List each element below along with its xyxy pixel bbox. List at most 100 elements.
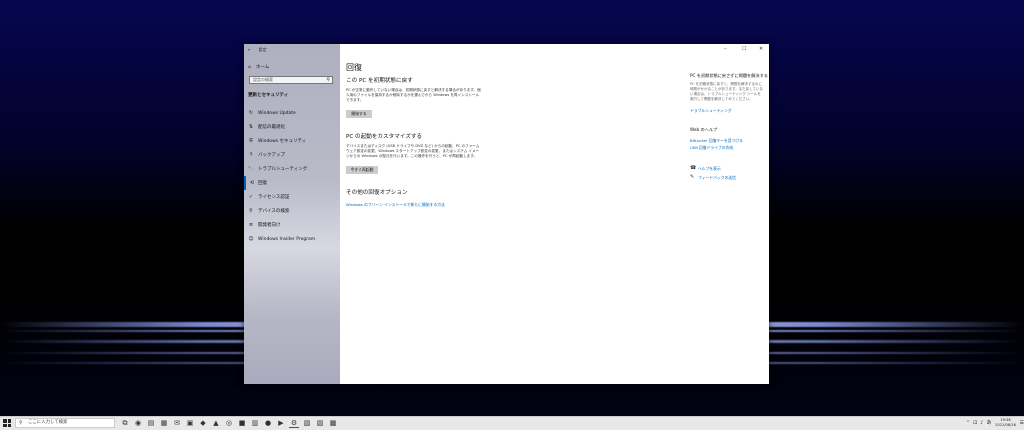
window-title-bar: ← 設定	[248, 47, 267, 53]
web-help-link-bitlocker[interactable]: BitLocker 回復キーを見つける	[690, 138, 743, 144]
taskbar-pinned-apps: ⧉ ◉ ▤ ▦ ✉ ▣ ◆ ▲ ◎ ■ ▥ ● ▶ ⚙ ▧ ▨ ▩	[120, 418, 338, 428]
more-options-heading: その他の回復オプション	[346, 190, 408, 196]
developer-icon: ≡	[248, 222, 254, 228]
feedback-icon: ✎	[690, 174, 695, 180]
home-icon: ⌂	[248, 64, 251, 70]
sidebar-item-troubleshoot[interactable]: 🔧 トラブルシューティング	[244, 162, 340, 176]
startup-heading: PC の起動をカスタマイズする	[346, 134, 423, 140]
insider-icon: ☺	[248, 236, 254, 242]
notification-icon[interactable]: ☰	[1020, 420, 1024, 426]
edge-browser-icon[interactable]: ◉	[133, 418, 143, 428]
sidebar-item-find-my-device[interactable]: ⚲ デバイスの検索	[244, 204, 340, 218]
refresh-icon: ↻	[248, 110, 254, 116]
task-view-icon[interactable]: ⧉	[120, 418, 130, 428]
sidebar-item-label: Windows Update	[258, 110, 296, 116]
windows-logo-pane	[7, 423, 11, 427]
app-icon[interactable]: ▲	[211, 418, 221, 428]
sidebar-item-windows-update[interactable]: ↻ Windows Update	[244, 106, 340, 120]
sidebar-item-label: 開発者向け	[258, 223, 281, 228]
system-tray: ⌃ ⊡ ♪ あ 19:58 2021/08/16 ☰	[966, 418, 1024, 427]
get-help-link[interactable]: ヘルプを表示	[698, 166, 721, 172]
settings-sidebar: ← 設定 ⌂ ホーム 設定の検索 ⚲ 更新とセキュリティ ↻ Windows U…	[244, 44, 340, 384]
app-icon[interactable]: ▩	[328, 418, 338, 428]
settings-search-input[interactable]: 設定の検索 ⚲	[249, 76, 333, 84]
app-icon[interactable]: ▥	[250, 418, 260, 428]
help-chat-icon: ☎	[690, 165, 697, 171]
sidebar-item-label: Windows セキュリティ	[258, 139, 307, 144]
app-icon[interactable]: ▶	[276, 418, 286, 428]
app-icon[interactable]: ■	[237, 418, 247, 428]
chevron-up-icon[interactable]: ⌃	[966, 420, 970, 426]
sidebar-item-for-developers[interactable]: ≡ 開発者向け	[244, 218, 340, 232]
sidebar-item-label: 回復	[258, 181, 267, 186]
network-icon[interactable]: ⊡	[973, 420, 977, 426]
back-arrow-icon[interactable]: ←	[248, 47, 251, 52]
chrome-icon[interactable]: ◎	[224, 418, 234, 428]
web-help-heading: Web のヘルプ	[690, 127, 718, 132]
sidebar-section-title: 更新とセキュリティ	[248, 93, 289, 98]
search-icon: ⚲	[326, 77, 330, 83]
reset-start-button[interactable]: 開始する	[346, 110, 372, 118]
sidebar-item-backup[interactable]: ↑ バックアップ	[244, 148, 340, 162]
minimize-button[interactable]: –	[724, 46, 727, 52]
sidebar-item-label: デバイスの検索	[258, 209, 290, 214]
app-icon[interactable]: ▣	[185, 418, 195, 428]
app-icon[interactable]: ▧	[302, 418, 312, 428]
settings-gear-icon[interactable]: ⚙	[289, 418, 299, 428]
shield-icon: ⛨	[249, 138, 253, 144]
store-icon[interactable]: ▦	[159, 418, 169, 428]
taskbar-search-placeholder: ここに入力して検索	[28, 420, 68, 425]
taskbar-clock[interactable]: 19:58 2021/08/16	[995, 418, 1017, 427]
recovery-icon: ⟲	[249, 180, 255, 186]
app-icon[interactable]: ▨	[315, 418, 325, 428]
settings-content: – ☐ ✕ 回復 この PC を初期状態に戻す PC が正常に動作していない場合…	[340, 44, 769, 384]
settings-search-placeholder: 設定の検索	[253, 77, 273, 82]
windows-logo-pane	[7, 419, 11, 423]
start-button[interactable]	[3, 419, 11, 427]
windows-logo-pane	[3, 423, 7, 427]
give-feedback-link[interactable]: フィードバックの送信	[698, 175, 736, 181]
web-help-link-recovery-drive[interactable]: USB 回復ドライブの作成	[690, 145, 733, 151]
window-title: 設定	[258, 47, 267, 52]
maximize-button[interactable]: ☐	[742, 46, 746, 52]
taskbar-search-input[interactable]: ⚲ ここに入力して検索	[15, 418, 115, 428]
settings-window: ← 設定 ⌂ ホーム 設定の検索 ⚲ 更新とセキュリティ ↻ Windows U…	[244, 44, 769, 384]
reset-description: PC が正常に動作していない場合は、初期状態に戻すと解決する場合があります。個人…	[346, 88, 481, 102]
search-icon: ⚲	[19, 420, 23, 426]
file-explorer-icon[interactable]: ▤	[146, 418, 156, 428]
clean-install-link[interactable]: Windows のクリーン インストールで新たに開始する方法	[346, 202, 445, 208]
sidebar-item-label: 配信の最適化	[258, 125, 285, 130]
wrench-icon: 🔧	[247, 166, 255, 172]
restart-now-button[interactable]: 今すぐ再起動	[346, 166, 378, 174]
page-title: 回復	[346, 63, 362, 72]
checkmark-circle-icon: ✓	[248, 194, 254, 200]
sidebar-item-label: トラブルシューティング	[258, 167, 308, 172]
app-icon[interactable]: ◆	[198, 418, 208, 428]
find-device-icon: ⚲	[249, 208, 253, 214]
taskbar: ⚲ ここに入力して検索 ⧉ ◉ ▤ ▦ ✉ ▣ ◆ ▲ ◎ ■ ▥ ● ▶ ⚙ …	[0, 416, 1024, 430]
sidebar-item-activation[interactable]: ✓ ライセンス認証	[244, 190, 340, 204]
backup-icon: ↑	[248, 152, 254, 158]
sidebar-item-windows-security[interactable]: ⛨ Windows セキュリティ	[244, 134, 340, 148]
sidebar-item-label: ライセンス認証	[258, 195, 290, 200]
troubleshoot-link[interactable]: トラブルシューティング	[690, 108, 732, 114]
sidebar-home-label: ホーム	[255, 65, 270, 70]
sidebar-home[interactable]: ⌂ ホーム	[248, 64, 270, 71]
delivery-optimization-icon: ⇅	[248, 124, 254, 130]
sidebar-item-recovery[interactable]: ⟲ 回復	[244, 176, 340, 190]
volume-icon[interactable]: ♪	[980, 420, 983, 426]
right-panel-description: PC を初期状態に戻すと、問題を解決するのに時間がかかることがあります。まだ戻し…	[690, 82, 764, 101]
sidebar-item-insider-program[interactable]: ☺ Windows Insider Program	[244, 232, 340, 246]
windows-logo-pane	[3, 419, 7, 423]
sidebar-item-label: バックアップ	[258, 153, 285, 158]
ime-icon[interactable]: あ	[987, 419, 992, 426]
startup-description: デバイスまたはディスク (USB ドライブや DVD など) からの起動、PC …	[346, 144, 480, 158]
close-button[interactable]: ✕	[759, 46, 763, 52]
sidebar-item-label: Windows Insider Program	[258, 236, 316, 242]
sidebar-item-delivery-optimization[interactable]: ⇅ 配信の最適化	[244, 120, 340, 134]
reset-heading: この PC を初期状態に戻す	[346, 78, 413, 84]
app-icon[interactable]: ●	[263, 418, 273, 428]
right-panel-heading: PC を初期状態に戻さずに問題を解決する	[690, 73, 768, 78]
clock-date: 2021/08/16	[995, 422, 1016, 427]
mail-icon[interactable]: ✉	[172, 418, 182, 428]
